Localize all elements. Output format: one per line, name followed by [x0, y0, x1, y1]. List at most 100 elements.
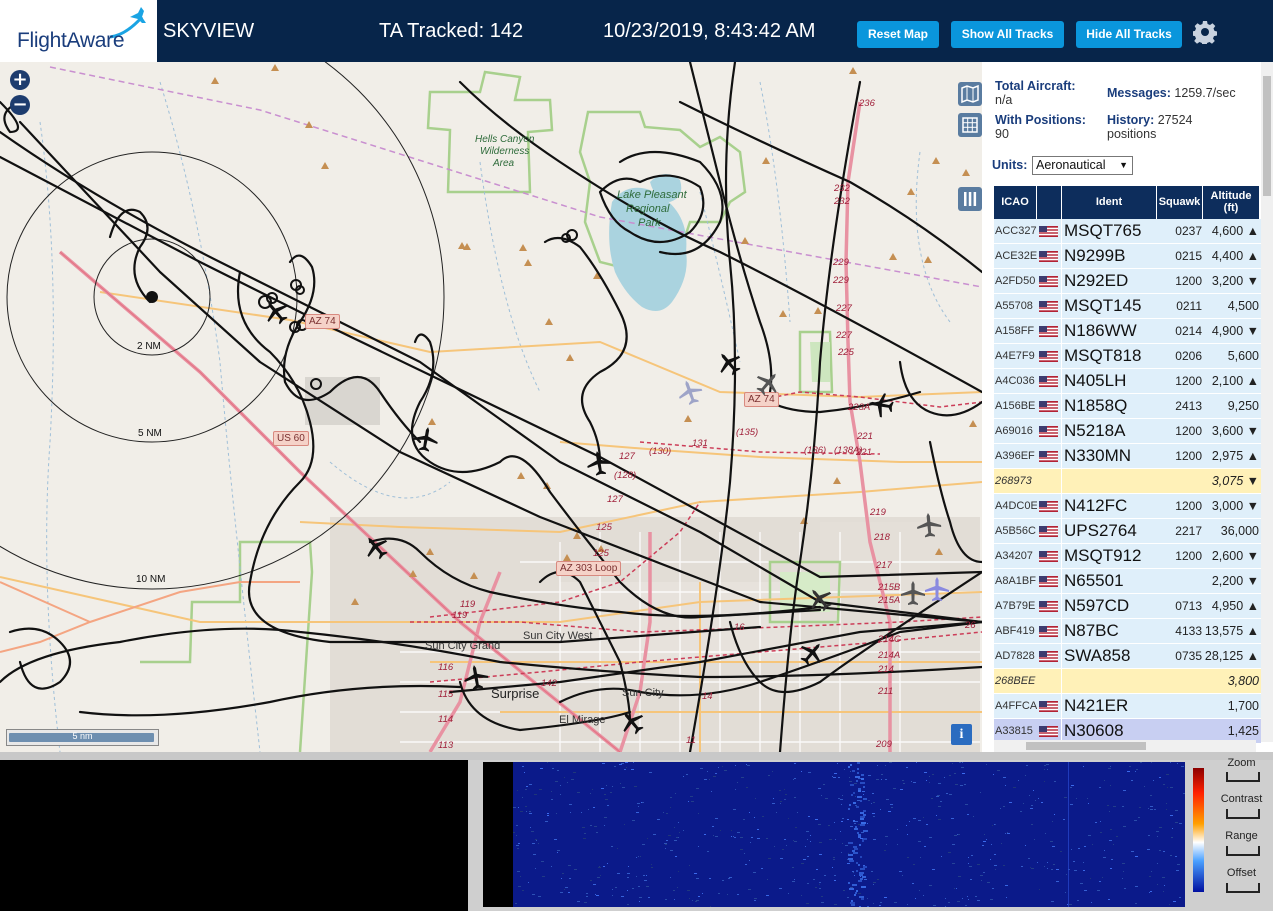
grid-overlay-icon[interactable] [958, 113, 982, 137]
table-row[interactable]: 268973 3,075 ▼ [994, 469, 1262, 494]
road-number-label: 116 [438, 662, 454, 673]
altitude-cell: 1,700 [1203, 694, 1262, 718]
range-ring-label: 5 NM [138, 428, 162, 439]
zoom-label: Zoom [1227, 757, 1256, 769]
info-button[interactable]: i [951, 724, 972, 745]
aircraft-icon[interactable] [923, 575, 951, 603]
columns-toggle-icon[interactable] [958, 187, 982, 211]
altitude-cell: 2,200 ▼ [1203, 569, 1262, 593]
squawk-cell: 0206 [1157, 344, 1205, 368]
table-row[interactable]: ACC327 MSQT765 0237 4,600 ▲ [994, 219, 1262, 244]
road-number-label: 229 [833, 257, 849, 268]
vertical-scrollbar[interactable] [1261, 62, 1273, 742]
horizontal-scrollbar[interactable] [994, 740, 1256, 752]
table-row[interactable]: A4FFCA N421ER 1,700 [994, 694, 1262, 719]
aircraft-icon[interactable] [865, 389, 897, 421]
aircraft-icon[interactable] [410, 423, 442, 455]
table-row[interactable]: A396EF N330MN 1200 2,975 ▲ [994, 444, 1262, 469]
col-flag[interactable] [1037, 186, 1062, 219]
road-number-label: 119 [452, 610, 468, 621]
ident-cell: N421ER [1062, 694, 1159, 718]
ident-cell [1062, 669, 1159, 693]
reset-map-button[interactable]: Reset Map [857, 21, 939, 48]
units-value: Aeronautical [1036, 158, 1106, 172]
us-flag-icon [1039, 701, 1058, 712]
contrast-slider[interactable] [1226, 809, 1260, 819]
flag-cell [1037, 294, 1062, 318]
col-icao[interactable]: ICAO [994, 186, 1037, 219]
map-layers-icon[interactable] [958, 82, 982, 106]
map-view[interactable]: Hells Canyon Wilderness Area Lake Pleasant R… [0, 62, 982, 752]
table-row[interactable]: A4C036 N405LH 1200 2,100 ▲ [994, 369, 1262, 394]
squawk-cell [1157, 694, 1205, 718]
history-value: 27524 [1157, 113, 1193, 127]
table-row[interactable]: A2FD50 N292ED 1200 3,200 ▼ [994, 269, 1262, 294]
table-row[interactable]: A8A1BF N65501 2,200 ▼ [994, 569, 1262, 594]
ident-cell: MSQT912 [1062, 544, 1159, 568]
units-label: Units: [992, 158, 1028, 172]
table-row[interactable]: AD7828 SWA858 0735 28,125 ▲ [994, 644, 1262, 669]
table-row[interactable]: A55708 MSQT145 0211 4,500 [994, 294, 1262, 319]
flag-cell [1037, 269, 1062, 293]
table-row[interactable]: A5B56C UPS2764 2217 36,000 [994, 519, 1262, 544]
range-slider[interactable] [1226, 846, 1260, 856]
squawk-cell: 2217 [1157, 519, 1205, 543]
table-row[interactable]: A158FF N186WW 0214 4,900 ▼ [994, 319, 1262, 344]
col-altitude[interactable]: Altitude (ft) [1203, 186, 1259, 219]
gear-icon[interactable] [1193, 20, 1217, 44]
flag-cell [1037, 569, 1062, 593]
squawk-cell: 0211 [1157, 294, 1205, 318]
spectrum-waterfall[interactable] [513, 762, 1185, 907]
show-all-tracks-button[interactable]: Show All Tracks [951, 21, 1064, 48]
aircraft-icon[interactable] [460, 661, 492, 693]
table-row[interactable]: A4DC0E N412FC 1200 3,000 ▼ [994, 494, 1262, 519]
altitude-cell: 3,075 ▼ [1203, 469, 1262, 493]
road-number-label: 113 [438, 740, 454, 751]
units-select[interactable]: Aeronautical ▼ [1032, 156, 1133, 175]
table-row[interactable]: A4E7F9 MSQT818 0206 5,600 [994, 344, 1262, 369]
table-row[interactable]: A34207 MSQT912 1200 2,600 ▼ [994, 544, 1262, 569]
us-flag-icon [1039, 376, 1058, 387]
total-aircraft-label: Total Aircraft: [995, 79, 1076, 93]
altitude-cell: 4,900 ▼ [1203, 319, 1262, 343]
road-shield: AZ 303 Loop [556, 561, 622, 576]
aircraft-icon[interactable] [914, 510, 944, 540]
altitude-cell: 2,975 ▲ [1203, 444, 1262, 468]
current-datetime: 10/23/2019, 8:43:42 AM [603, 20, 816, 42]
road-number-label: 221 [857, 431, 873, 442]
squawk-cell: 1200 [1157, 369, 1205, 393]
with-positions-value: 90 [995, 127, 1009, 141]
table-row[interactable]: A69016 N5218A 1200 3,600 ▼ [994, 419, 1262, 444]
altitude-cell: 3,600 ▼ [1203, 419, 1262, 443]
table-row[interactable]: 268BEE 3,800 [994, 669, 1262, 694]
place-label: El Mirage [559, 714, 606, 726]
col-squawk[interactable]: Squawk [1157, 186, 1203, 219]
altitude-cell: 5,600 [1203, 344, 1262, 368]
history-label: History: [1107, 113, 1155, 127]
squawk-cell: 1200 [1157, 494, 1205, 518]
table-row[interactable]: ABF419 N87BC 4133 13,575 ▲ [994, 619, 1262, 644]
offset-slider[interactable] [1226, 883, 1260, 893]
ta-tracked-count: TA Tracked: 142 [379, 20, 524, 42]
zoom-slider[interactable] [1226, 772, 1260, 782]
flag-cell [1037, 519, 1062, 543]
app-title: SKYVIEW [163, 20, 255, 42]
road-number-label: 217 [876, 560, 892, 571]
table-row[interactable]: A7B79E N597CD 0713 4,950 ▲ [994, 594, 1262, 619]
zoom-out-button[interactable]: − [10, 95, 30, 115]
road-number-label: 232 [834, 196, 850, 207]
table-row[interactable]: ACE32E N9299B 0215 4,400 ▲ [994, 244, 1262, 269]
flag-cell [1037, 494, 1062, 518]
aircraft-icon[interactable] [583, 447, 615, 479]
table-row[interactable]: A156BE N1858Q 2413 9,250 [994, 394, 1262, 419]
us-flag-icon [1039, 651, 1058, 662]
road-number-label: 16 [734, 622, 745, 633]
hide-all-tracks-button[interactable]: Hide All Tracks [1076, 21, 1182, 48]
panel-divider[interactable] [0, 752, 1273, 760]
col-ident[interactable]: Ident [1062, 186, 1157, 219]
flag-cell [1037, 219, 1062, 243]
flightaware-logo[interactable]: FlightAware [0, 0, 157, 62]
zoom-in-button[interactable]: + [10, 70, 30, 90]
ident-cell: UPS2764 [1062, 519, 1159, 543]
road-number-label: (130) [649, 446, 672, 457]
